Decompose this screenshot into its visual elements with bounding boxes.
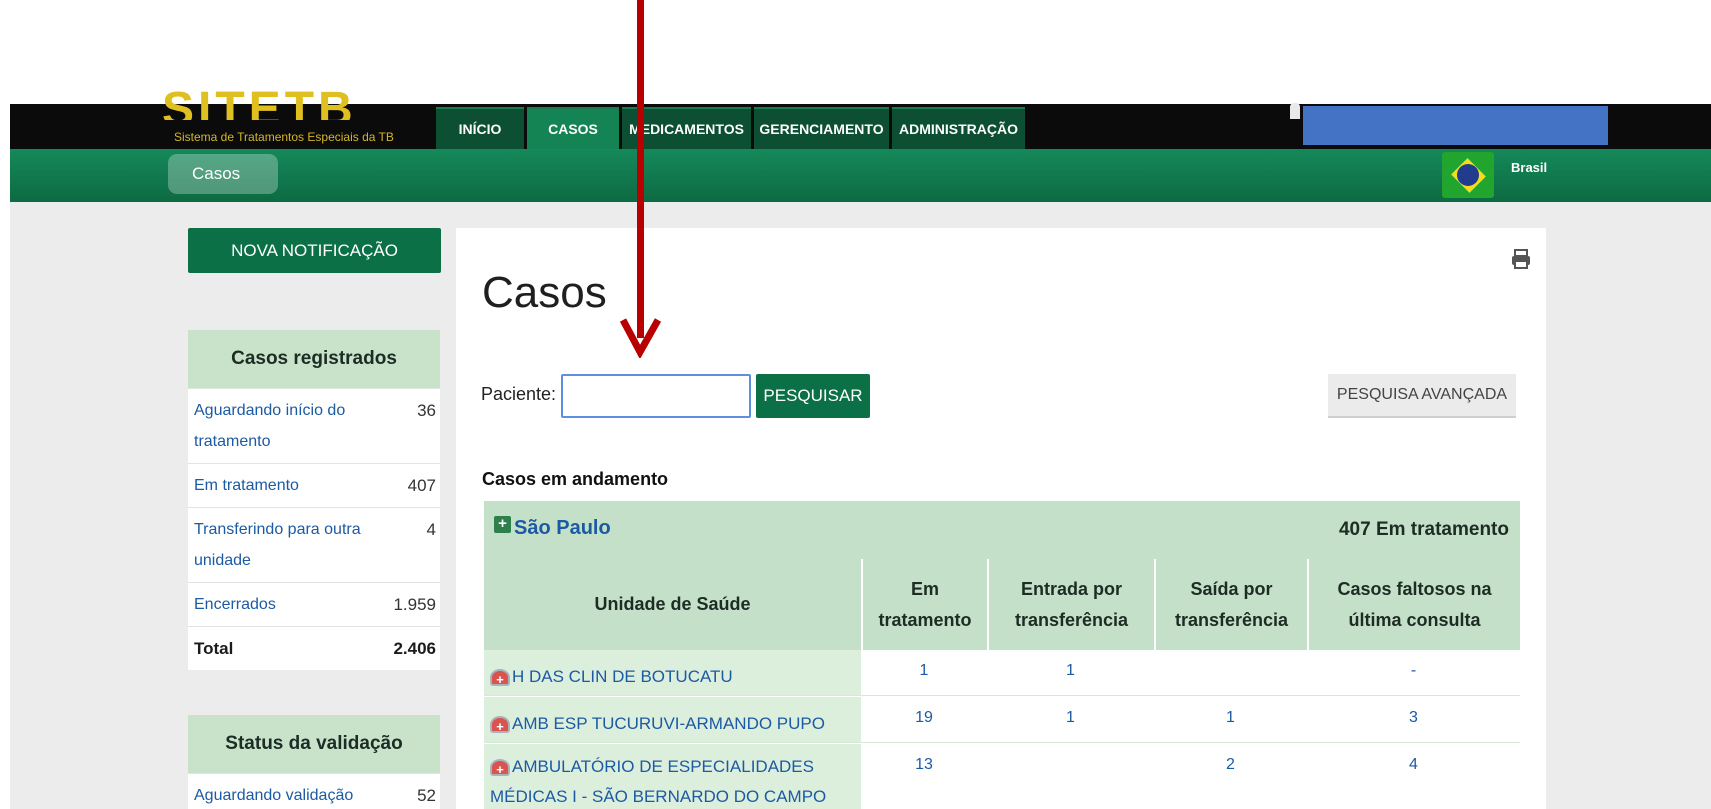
cell-missed[interactable]: 3 bbox=[1307, 709, 1520, 727]
search-button[interactable]: PESQUISAR bbox=[756, 374, 870, 418]
cell-missed[interactable]: 4 bbox=[1307, 756, 1520, 774]
print-icon[interactable] bbox=[1510, 248, 1532, 270]
unit-name[interactable]: AMBULATÓRIO DE ESPECIALIDADES MÉDICAS I … bbox=[490, 757, 826, 806]
table-row[interactable]: + AMB ESP TUCURUVI-ARMANDO PUPO 19 1 1 3 bbox=[484, 697, 1520, 743]
unit-cell[interactable]: + AMB ESP TUCURUVI-ARMANDO PUPO bbox=[484, 697, 861, 742]
validation-status-panel: Status da validação Aguardando validação… bbox=[188, 715, 440, 809]
tab-gerenciamento[interactable]: GERENCIAMENTO bbox=[754, 107, 889, 149]
row-count: 1.959 bbox=[393, 595, 436, 614]
advanced-search-button[interactable]: PESQUISA AVANÇADA bbox=[1328, 374, 1516, 418]
row-label[interactable]: Em tratamento bbox=[194, 477, 299, 494]
patient-label: Paciente: bbox=[481, 384, 557, 404]
unit-cell[interactable]: + H DAS CLIN DE BOTUCATU bbox=[484, 650, 861, 695]
cell-in-treatment[interactable]: 19 bbox=[861, 709, 987, 727]
annotation-arrow-head bbox=[620, 318, 662, 358]
user-icon[interactable] bbox=[1290, 103, 1300, 119]
page-title: Casos bbox=[482, 268, 607, 317]
table-row[interactable]: + AMBULATÓRIO DE ESPECIALIDADES MÉDICAS I… bbox=[484, 744, 1520, 809]
registered-row-closed[interactable]: Encerrados 1.959 bbox=[188, 582, 440, 626]
health-unit-icon: + bbox=[490, 759, 510, 777]
col-header-unit: Unidade de Saúde bbox=[484, 559, 861, 650]
unit-name[interactable]: H DAS CLIN DE BOTUCATU bbox=[512, 667, 733, 686]
tab-administracao[interactable]: ADMINISTRAÇÃO bbox=[892, 107, 1025, 149]
app-logo[interactable]: SITETB bbox=[162, 86, 357, 120]
col-header-transfer-in: Entrada por transferência bbox=[987, 559, 1154, 650]
annotation-arrow-shaft bbox=[637, 0, 644, 338]
registered-cases-title: Casos registrados bbox=[188, 330, 440, 388]
row-label[interactable]: Transferindo para outra unidade bbox=[194, 521, 361, 569]
row-label[interactable]: Aguardando validação bbox=[194, 787, 353, 804]
cell-transfer-out[interactable]: 2 bbox=[1154, 756, 1307, 774]
registered-cases-panel: Casos registrados Aguardando início do t… bbox=[188, 330, 440, 670]
table-row[interactable]: + H DAS CLIN DE BOTUCATU 1 1 - bbox=[484, 650, 1520, 696]
row-count: 36 bbox=[417, 401, 436, 420]
region-summary: 407 Em tratamento bbox=[1338, 519, 1509, 540]
row-label[interactable]: Encerrados bbox=[194, 596, 276, 613]
row-count: 4 bbox=[426, 520, 436, 539]
unit-name[interactable]: AMB ESP TUCURUVI-ARMANDO PUPO bbox=[512, 714, 825, 733]
health-unit-icon: + bbox=[490, 669, 510, 687]
col-header-text: Casos faltosos na última consulta bbox=[1337, 578, 1492, 630]
total-count: 2.406 bbox=[393, 639, 436, 658]
row-count: 52 bbox=[417, 786, 436, 805]
col-header-missed: Casos faltosos na última consulta bbox=[1307, 559, 1520, 650]
col-header-text: Entrada por transferência bbox=[1014, 578, 1129, 630]
registered-row-total: Total 2.406 bbox=[188, 626, 440, 670]
flag-globe bbox=[1457, 164, 1479, 186]
row-label[interactable]: Aguardando início do tratamento bbox=[194, 402, 345, 450]
section-title: Casos em andamento bbox=[482, 469, 669, 489]
breadcrumb[interactable]: Casos bbox=[168, 154, 278, 194]
col-header-in-treatment: Em tratamento bbox=[861, 559, 987, 650]
redacted-user-box[interactable] bbox=[1303, 106, 1608, 145]
health-unit-icon: + bbox=[490, 716, 510, 734]
cell-transfer-in[interactable]: 1 bbox=[987, 709, 1154, 727]
validation-row-awaiting[interactable]: Aguardando validação 52 bbox=[188, 773, 440, 809]
plus-square-icon[interactable]: + bbox=[494, 516, 511, 533]
total-label: Total bbox=[194, 639, 234, 658]
country-label: Brasil bbox=[1511, 160, 1548, 175]
cell-transfer-out[interactable]: 1 bbox=[1154, 709, 1307, 727]
cell-in-treatment[interactable]: 1 bbox=[861, 662, 987, 680]
col-header-text: Em tratamento bbox=[878, 578, 972, 630]
col-header-transfer-out: Saída por transferência bbox=[1154, 559, 1307, 650]
col-header-text: Saída por transferência bbox=[1174, 578, 1289, 630]
patient-search-input[interactable] bbox=[561, 374, 751, 418]
cell-missed[interactable]: - bbox=[1307, 662, 1520, 680]
new-notification-button[interactable]: NOVA NOTIFICAÇÃO bbox=[188, 228, 441, 273]
app-logo-subtitle: Sistema de Tratamentos Especiais da TB bbox=[174, 130, 394, 144]
validation-status-title: Status da validação bbox=[188, 715, 440, 773]
cell-in-treatment[interactable]: 13 bbox=[861, 756, 987, 774]
page: SITETB Sistema de Tratamentos Especiais … bbox=[0, 0, 1711, 809]
tab-casos[interactable]: CASOS bbox=[527, 107, 619, 149]
registered-row-transferring[interactable]: Transferindo para outra unidade 4 bbox=[188, 507, 440, 582]
cell-transfer-in[interactable]: 1 bbox=[987, 662, 1154, 680]
unit-cell[interactable]: + AMBULATÓRIO DE ESPECIALIDADES MÉDICAS I… bbox=[484, 744, 861, 809]
region-name[interactable]: São Paulo bbox=[514, 517, 611, 540]
registered-row-awaiting[interactable]: Aguardando início do tratamento 36 bbox=[188, 388, 440, 463]
registered-row-in-treatment[interactable]: Em tratamento 407 bbox=[188, 463, 440, 507]
tab-inicio[interactable]: INÍCIO bbox=[436, 107, 524, 149]
row-count: 407 bbox=[407, 476, 436, 495]
